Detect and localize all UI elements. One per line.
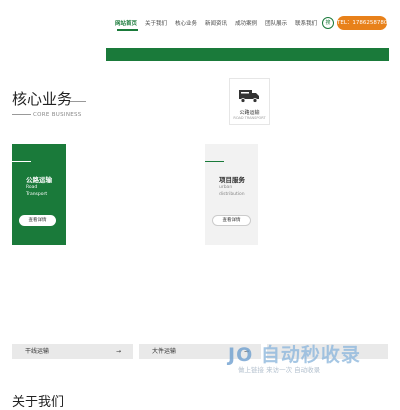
service-bar-trunk[interactable]: 干线运输 → [12,344,133,359]
nav-item-home[interactable]: 网站首页 [115,19,137,27]
truck-card-label: 公路运输 [239,110,260,116]
banner-strip [106,48,389,61]
nav-item-about[interactable]: 关于我们 [145,19,167,27]
truck-card-label-en: ROAD TRANSPORT [233,116,266,120]
card-title: 项目服务 [219,176,245,184]
nav-item-business[interactable]: 核心业务 [175,19,197,27]
service-card-project[interactable]: 项目服务 urban distribution 查看详情 [205,144,258,245]
title-divider [70,101,86,102]
watermark-subtitle: 做上链接 来访一次 自动收录 [238,366,321,374]
watermark: JO 自动秒收录 做上链接 来访一次 自动收录 [228,340,400,380]
watermark-logo-text: 自动秒收录 [260,344,361,366]
watermark-logo: JO 自动秒收录 [228,344,361,366]
main-nav: 网站首页 关于我们 核心业务 新闻资讯 成功案例 团队展示 联系我们 [115,19,317,27]
arrow-right-icon: → [115,348,121,355]
card-subtitle: distribution [219,192,245,197]
business-icon-card[interactable]: 公路运输 ROAD TRANSPORT [229,78,270,125]
nav-active-indicator [117,29,138,31]
section-subtitle-text: CORE BUSINESS [33,112,82,118]
bar-label: 大件运输 [152,348,177,355]
card-subtitle: Road [26,185,38,190]
tel-button[interactable]: TEL：17862587800 [337,16,391,30]
card-accent-line [12,161,31,162]
card-title: 公路运输 [26,176,52,184]
card-subtitle: urban [219,185,233,190]
bar-label: 干线运输 [25,348,50,355]
truck-icon [239,90,259,103]
section-subtitle: CORE BUSINESS [12,112,82,118]
card-accent-line [205,161,224,162]
search-button[interactable]: 搜 [322,17,334,29]
site-header: 网站首页 关于我们 核心业务 新闻资讯 成功案例 团队展示 联系我们 搜 TEL… [0,0,400,48]
card-detail-button[interactable]: 查看详情 [212,215,251,226]
nav-item-news[interactable]: 新闻资讯 [205,19,227,27]
nav-item-contact[interactable]: 联系我们 [295,19,317,27]
card-subtitle: Transport [26,192,48,197]
nav-item-team[interactable]: 团队展示 [265,19,287,27]
service-card-road[interactable]: 公路运输 Road Transport 查看详情 [12,144,66,245]
card-detail-button[interactable]: 查看详情 [19,215,56,226]
section-title: 核心业务 [12,90,73,108]
about-title: 关于我们 [12,395,65,410]
nav-item-cases[interactable]: 成功案例 [235,19,257,27]
